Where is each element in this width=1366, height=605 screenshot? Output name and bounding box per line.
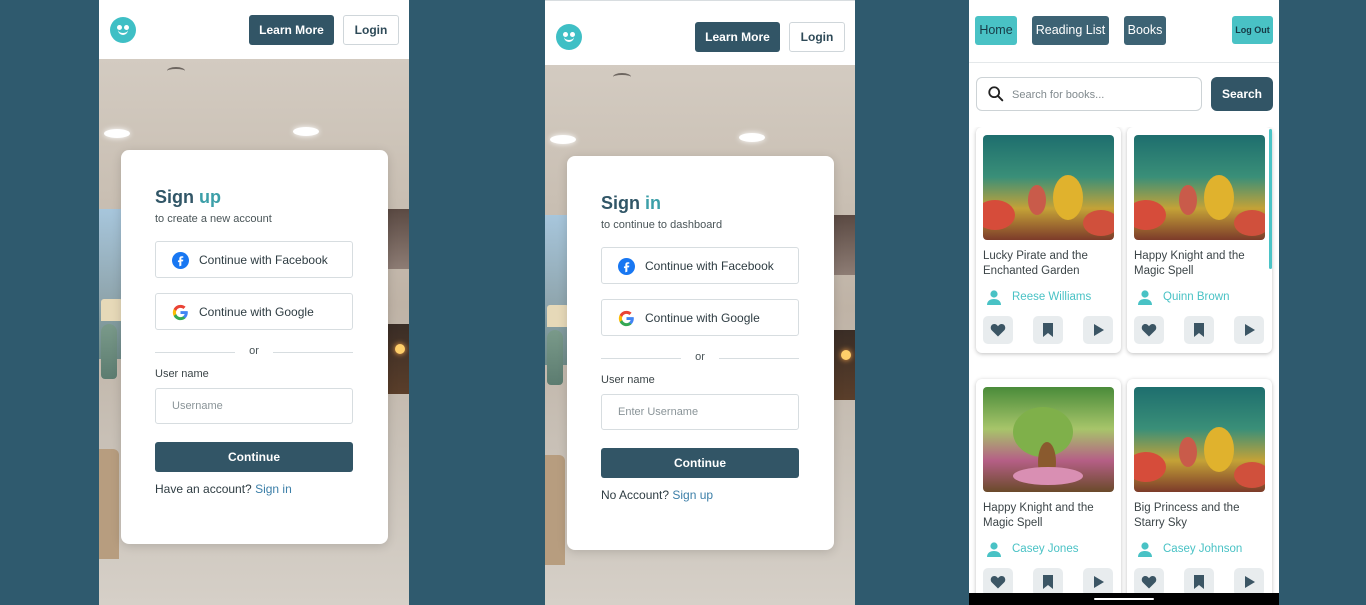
continue-with-google-button[interactable]: Continue with Google [601, 299, 799, 336]
book-cover-image [983, 387, 1114, 492]
heart-icon [990, 576, 1006, 589]
nav-home-button[interactable]: Home [975, 16, 1017, 45]
scrollbar[interactable] [1269, 129, 1272, 269]
bookmark-icon [1194, 575, 1204, 589]
person-icon [1138, 290, 1152, 305]
heart-icon [1141, 324, 1157, 337]
learn-more-button[interactable]: Learn More [695, 22, 780, 52]
login-button[interactable]: Login [343, 15, 399, 45]
continue-button[interactable]: Continue [155, 442, 353, 472]
logout-button[interactable]: Log Out [1232, 16, 1273, 44]
bookmark-button[interactable] [1184, 568, 1214, 593]
bookmark-button[interactable] [1033, 316, 1063, 344]
nav-books-button[interactable]: Books [1124, 16, 1166, 45]
card-title: Sign in [601, 193, 662, 213]
book-cover-image [1134, 135, 1265, 240]
heart-icon [1141, 576, 1157, 589]
nav-reading-list-button[interactable]: Reading List [1032, 16, 1109, 45]
play-button[interactable] [1234, 316, 1264, 344]
book-title: Happy Knight and the Magic Spell [1134, 250, 1245, 277]
continue-with-facebook-button[interactable]: Continue with Facebook [155, 241, 353, 278]
play-icon [1245, 576, 1255, 588]
signup-screen: Learn More Login Sign up to create a new… [99, 0, 409, 605]
google-icon [618, 310, 634, 327]
person-icon [1138, 542, 1152, 557]
card-subtitle: to create a new account [155, 213, 272, 225]
like-button[interactable] [983, 568, 1013, 593]
bookmark-icon [1194, 323, 1204, 337]
play-icon [1245, 324, 1255, 336]
like-button[interactable] [1134, 568, 1164, 593]
play-button[interactable] [1083, 568, 1113, 593]
username-label: User name [601, 374, 655, 386]
book-card[interactable]: Happy Knight and the Magic Spell Quinn B… [1127, 127, 1272, 353]
google-label: Continue with Google [645, 311, 760, 325]
continue-with-google-button[interactable]: Continue with Google [155, 293, 353, 330]
book-title: Lucky Pirate and the Enchanted Garden [983, 250, 1088, 277]
book-author: Casey Jones [983, 542, 1118, 558]
person-icon [987, 542, 1001, 557]
smiley-logo-icon[interactable] [556, 24, 582, 50]
top-bar: Learn More Login [545, 0, 855, 65]
facebook-label: Continue with Facebook [645, 259, 774, 273]
username-input[interactable]: Enter Username [601, 394, 799, 430]
book-title: Big Princess and the Starry Sky [1134, 502, 1240, 529]
play-icon [1094, 324, 1104, 336]
signin-card: Sign in to continue to dashboard Continu… [567, 156, 834, 550]
home-indicator[interactable] [1094, 598, 1154, 600]
book-cover-image [983, 135, 1114, 240]
signin-prompt: Have an account? Sign in [155, 482, 292, 496]
heart-icon [990, 324, 1006, 337]
book-card[interactable]: Lucky Pirate and the Enchanted Garden Re… [976, 127, 1121, 353]
card-subtitle: to continue to dashboard [601, 219, 723, 231]
book-author: Casey Johnson [1134, 542, 1269, 558]
nav-bar: Home Reading List Books Log Out [969, 0, 1279, 63]
book-grid: Lucky Pirate and the Enchanted Garden Re… [969, 127, 1279, 593]
login-button[interactable]: Login [789, 22, 845, 52]
smiley-logo-icon[interactable] [110, 17, 136, 43]
search-input[interactable]: Search for books... [976, 77, 1202, 111]
search-placeholder: Search for books... [1012, 89, 1105, 101]
bookmark-button[interactable] [1184, 316, 1214, 344]
bookmark-button[interactable] [1033, 568, 1063, 593]
book-title: Happy Knight and the Magic Spell [983, 502, 1094, 529]
like-button[interactable] [983, 316, 1013, 344]
or-divider: or [155, 345, 353, 359]
google-label: Continue with Google [199, 305, 314, 319]
facebook-label: Continue with Facebook [199, 253, 328, 267]
card-title: Sign up [155, 187, 222, 207]
book-author: Quinn Brown [1134, 290, 1269, 306]
learn-more-button[interactable]: Learn More [249, 15, 334, 45]
search-icon [988, 86, 1004, 102]
top-bar: Learn More Login [99, 0, 409, 59]
signup-card: Sign up to create a new account Continue… [121, 150, 388, 544]
search-button[interactable]: Search [1211, 77, 1273, 111]
play-button[interactable] [1083, 316, 1113, 344]
or-divider: or [601, 351, 799, 365]
username-input[interactable]: Username [155, 388, 353, 424]
facebook-icon [172, 252, 189, 269]
person-icon [987, 290, 1001, 305]
continue-button[interactable]: Continue [601, 448, 799, 478]
book-card[interactable]: Big Princess and the Starry Sky Casey Jo… [1127, 379, 1272, 593]
system-bottom-bar [969, 593, 1279, 605]
book-card[interactable]: Happy Knight and the Magic Spell Casey J… [976, 379, 1121, 593]
continue-with-facebook-button[interactable]: Continue with Facebook [601, 247, 799, 284]
signin-screen: Learn More Login Sign in to continue to … [545, 0, 855, 605]
facebook-icon [618, 258, 635, 275]
library-screen: Home Reading List Books Log Out Search f… [969, 0, 1279, 605]
google-icon [172, 304, 188, 321]
signup-prompt: No Account? Sign up [601, 488, 714, 502]
bookmark-icon [1043, 575, 1053, 589]
book-cover-image [1134, 387, 1265, 492]
play-button[interactable] [1234, 568, 1264, 593]
book-author: Reese Williams [983, 290, 1118, 306]
bookmark-icon [1043, 323, 1053, 337]
play-icon [1094, 576, 1104, 588]
sign-up-link[interactable]: Sign up [672, 488, 713, 502]
sign-in-link[interactable]: Sign in [255, 482, 292, 496]
username-label: User name [155, 368, 209, 380]
like-button[interactable] [1134, 316, 1164, 344]
